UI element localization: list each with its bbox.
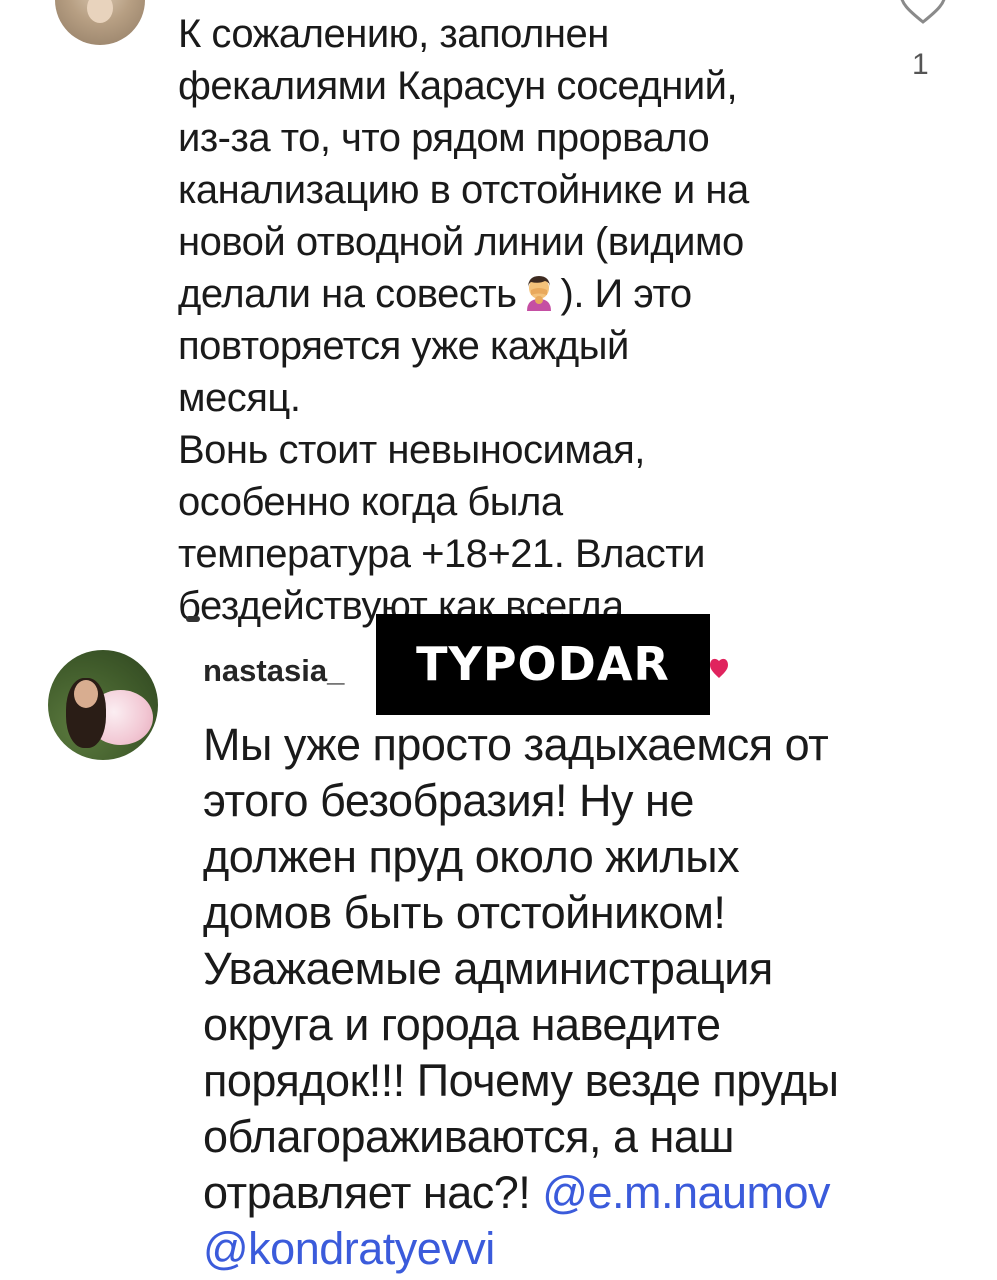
view-replies-divider[interactable] (186, 616, 200, 622)
comment-username[interactable]: nastasia_ (203, 653, 344, 689)
comment-line: новой отводной линии (видимо (178, 220, 744, 264)
comment-line: канализацию в отстойнике и на (178, 168, 749, 212)
comment-line: этого безобразия! Ну не (203, 775, 694, 826)
comment-line: облагораживаются, а наш (203, 1111, 734, 1162)
comment-line: отравляет нас?! @e.m.naumov (203, 1165, 983, 1221)
comment-line: делали на совесть ). И это (178, 268, 878, 320)
avatar-face (74, 680, 98, 708)
comment-line: домов быть отстойником! (203, 887, 726, 938)
facepalm-icon (526, 276, 551, 311)
comment-line: фекалиями Карасун соседний, (178, 64, 738, 108)
comment-line: округа и города наведите (203, 999, 721, 1050)
comment-line: Уважаемые администрация (203, 943, 773, 994)
heart-outline-icon[interactable] (898, 0, 948, 26)
comment-body: К сожалению, заполнен фекалиями Карасун … (178, 8, 878, 632)
comment-text-fragment: отравляет нас?! (203, 1167, 543, 1218)
avatar[interactable] (55, 0, 145, 45)
avatar[interactable] (48, 650, 158, 760)
comment-line: @kondratyevvi (203, 1221, 983, 1277)
watermark-logo: TYPODAR (376, 614, 710, 715)
comment-line: температура +18+21. Власти (178, 532, 705, 576)
avatar-face (87, 0, 113, 23)
mention-link[interactable]: @e.m.naumov (542, 1167, 830, 1218)
comment-text-fragment: делали на совесть (178, 272, 517, 316)
like-count: 1 (912, 48, 929, 81)
mention-link[interactable]: @kondratyevvi (203, 1223, 495, 1274)
comment-text-fragment: ). И это (560, 272, 693, 316)
comment-line: Вонь стоит невыносимая, (178, 428, 645, 472)
comment-line: повторяется уже каждый (178, 324, 629, 368)
comment-line: особенно когда была (178, 480, 563, 524)
comment-line: месяц. (178, 376, 301, 420)
heart-filled-icon (710, 658, 728, 678)
comment-line: К сожалению, заполнен (178, 12, 609, 56)
comment-line: Мы уже просто задыхаемся от (203, 719, 829, 770)
comment-line: порядок!!! Почему везде пруды (203, 1055, 839, 1106)
comment-line: из-за то, что рядом прорвало (178, 116, 710, 160)
comment-line: должен пруд около жилых (203, 831, 740, 882)
comment-body: Мы уже просто задыхаемся от этого безобр… (203, 717, 983, 1277)
